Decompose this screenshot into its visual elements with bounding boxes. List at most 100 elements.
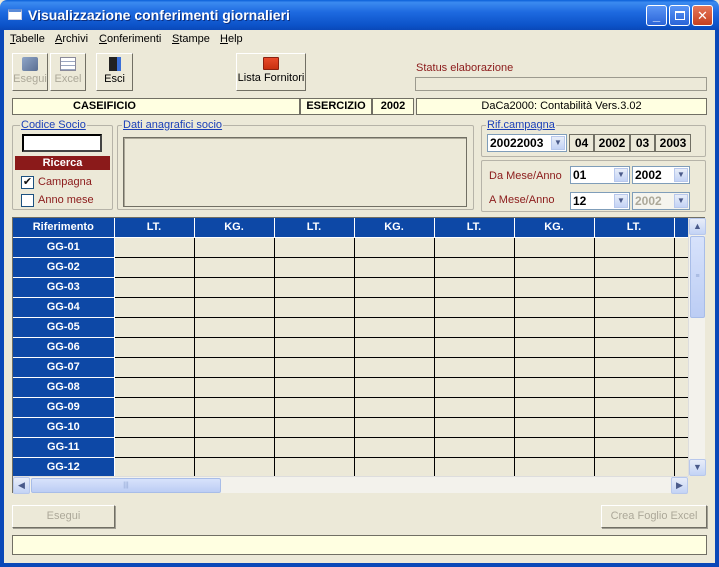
table-row[interactable]: GG-05 xyxy=(13,317,695,338)
grid-cell[interactable] xyxy=(194,437,275,458)
col-header[interactable]: KG. xyxy=(354,218,435,238)
row-header[interactable]: GG-09 xyxy=(13,397,115,418)
grid-cell[interactable] xyxy=(354,377,435,398)
grid-cell[interactable] xyxy=(434,257,515,278)
chevron-down-icon[interactable]: ▼ xyxy=(614,194,628,208)
grid-cell[interactable] xyxy=(354,317,435,338)
row-header[interactable]: GG-05 xyxy=(13,317,115,338)
grid-cell[interactable] xyxy=(194,277,275,298)
grid-cell[interactable] xyxy=(274,237,355,258)
table-row[interactable]: GG-09 xyxy=(13,397,695,418)
grid-cell[interactable] xyxy=(434,457,515,478)
grid-cell[interactable] xyxy=(514,377,595,398)
table-row[interactable]: GG-07 xyxy=(13,357,695,378)
col-header[interactable]: LT. xyxy=(114,218,195,238)
esegui-button[interactable]: Esegui xyxy=(12,505,115,528)
grid-cell[interactable] xyxy=(594,397,675,418)
grid-cell[interactable] xyxy=(274,397,355,418)
grid-cell[interactable] xyxy=(354,417,435,438)
grid-cell[interactable] xyxy=(434,437,515,458)
menu-archivi[interactable]: Archivi xyxy=(55,33,88,45)
grid-cell[interactable] xyxy=(354,337,435,358)
grid-cell[interactable] xyxy=(114,457,195,478)
grid-cell[interactable] xyxy=(194,257,275,278)
scroll-right-button[interactable]: ▶ xyxy=(671,477,688,494)
scroll-left-button[interactable]: ◀ xyxy=(13,477,30,494)
grid-cell[interactable] xyxy=(114,277,195,298)
menu-help[interactable]: Help xyxy=(220,33,243,45)
grid-cell[interactable] xyxy=(594,417,675,438)
scroll-down-button[interactable]: ▼ xyxy=(689,459,706,476)
table-row[interactable]: GG-02 xyxy=(13,257,695,278)
chevron-down-icon[interactable]: ▼ xyxy=(674,168,688,182)
grid-cell[interactable] xyxy=(274,377,355,398)
grid-cell[interactable] xyxy=(274,457,355,478)
grid-cell[interactable] xyxy=(114,357,195,378)
grid-cell[interactable] xyxy=(514,297,595,318)
grid-cell[interactable] xyxy=(274,337,355,358)
grid-cell[interactable] xyxy=(514,357,595,378)
grid-cell[interactable] xyxy=(434,397,515,418)
table-row[interactable]: GG-08 xyxy=(13,377,695,398)
grid-cell[interactable] xyxy=(114,297,195,318)
ricerca-button[interactable]: Ricerca xyxy=(15,156,110,170)
horizontal-scrollbar[interactable]: ◀ ||| ▶ xyxy=(13,476,688,494)
scroll-up-button[interactable]: ▲ xyxy=(689,218,706,235)
grid-cell[interactable] xyxy=(354,237,435,258)
grid-cell[interactable] xyxy=(194,417,275,438)
grid-cell[interactable] xyxy=(114,237,195,258)
grid-cell[interactable] xyxy=(194,357,275,378)
grid-cell[interactable] xyxy=(434,357,515,378)
grid-cell[interactable] xyxy=(274,257,355,278)
grid-cell[interactable] xyxy=(594,377,675,398)
col-header-riferimento[interactable]: Riferimento xyxy=(13,218,115,238)
table-row[interactable]: GG-12 xyxy=(13,457,695,478)
grid-cell[interactable] xyxy=(194,397,275,418)
title-bar[interactable]: Visualizzazione conferimenti giornalieri… xyxy=(0,0,719,30)
grid-cell[interactable] xyxy=(354,297,435,318)
campagna-checkbox[interactable]: ✔ xyxy=(21,176,34,189)
a-mese-select[interactable]: 12 ▼ xyxy=(570,192,630,210)
row-header[interactable]: GG-08 xyxy=(13,377,115,398)
table-row[interactable]: GG-04 xyxy=(13,297,695,318)
grid-cell[interactable] xyxy=(354,277,435,298)
grid-cell[interactable] xyxy=(194,237,275,258)
grid-cell[interactable] xyxy=(514,317,595,338)
row-header[interactable]: GG-01 xyxy=(13,237,115,258)
row-header[interactable]: GG-10 xyxy=(13,417,115,438)
col-header[interactable]: KG. xyxy=(194,218,275,238)
table-row[interactable]: GG-06 xyxy=(13,337,695,358)
grid-cell[interactable] xyxy=(194,297,275,318)
menu-stampe[interactable]: Stampe xyxy=(172,33,210,45)
table-row[interactable]: GG-11 xyxy=(13,437,695,458)
grid-cell[interactable] xyxy=(114,417,195,438)
grid-cell[interactable] xyxy=(274,417,355,438)
chevron-down-icon[interactable]: ▼ xyxy=(674,194,688,208)
table-row[interactable]: GG-03 xyxy=(13,277,695,298)
col-header[interactable]: KG. xyxy=(514,218,595,238)
grid-cell[interactable] xyxy=(274,277,355,298)
grid-cell[interactable] xyxy=(594,297,675,318)
grid-cell[interactable] xyxy=(514,457,595,478)
grid-cell[interactable] xyxy=(594,317,675,338)
grid-cell[interactable] xyxy=(594,277,675,298)
row-header[interactable]: GG-07 xyxy=(13,357,115,378)
grid-cell[interactable] xyxy=(594,337,675,358)
vertical-scroll-thumb[interactable]: ≡ xyxy=(690,236,705,318)
grid-cell[interactable] xyxy=(114,317,195,338)
grid-cell[interactable] xyxy=(434,317,515,338)
grid-cell[interactable] xyxy=(594,457,675,478)
row-header[interactable]: GG-03 xyxy=(13,277,115,298)
horizontal-scroll-thumb[interactable]: ||| xyxy=(31,478,221,493)
col-header[interactable]: LT. xyxy=(434,218,515,238)
maximize-button[interactable] xyxy=(669,5,690,26)
chevron-down-icon[interactable]: ▼ xyxy=(551,136,565,150)
grid-cell[interactable] xyxy=(354,397,435,418)
anno-mese-checkbox[interactable] xyxy=(21,194,34,207)
grid-cell[interactable] xyxy=(434,377,515,398)
grid-cell[interactable] xyxy=(274,297,355,318)
lista-fornitori-button[interactable]: Lista Fornitori xyxy=(236,53,306,91)
minimize-button[interactable]: _ xyxy=(646,5,667,26)
grid-cell[interactable] xyxy=(594,357,675,378)
close-button[interactable]: ✕ xyxy=(692,5,713,26)
